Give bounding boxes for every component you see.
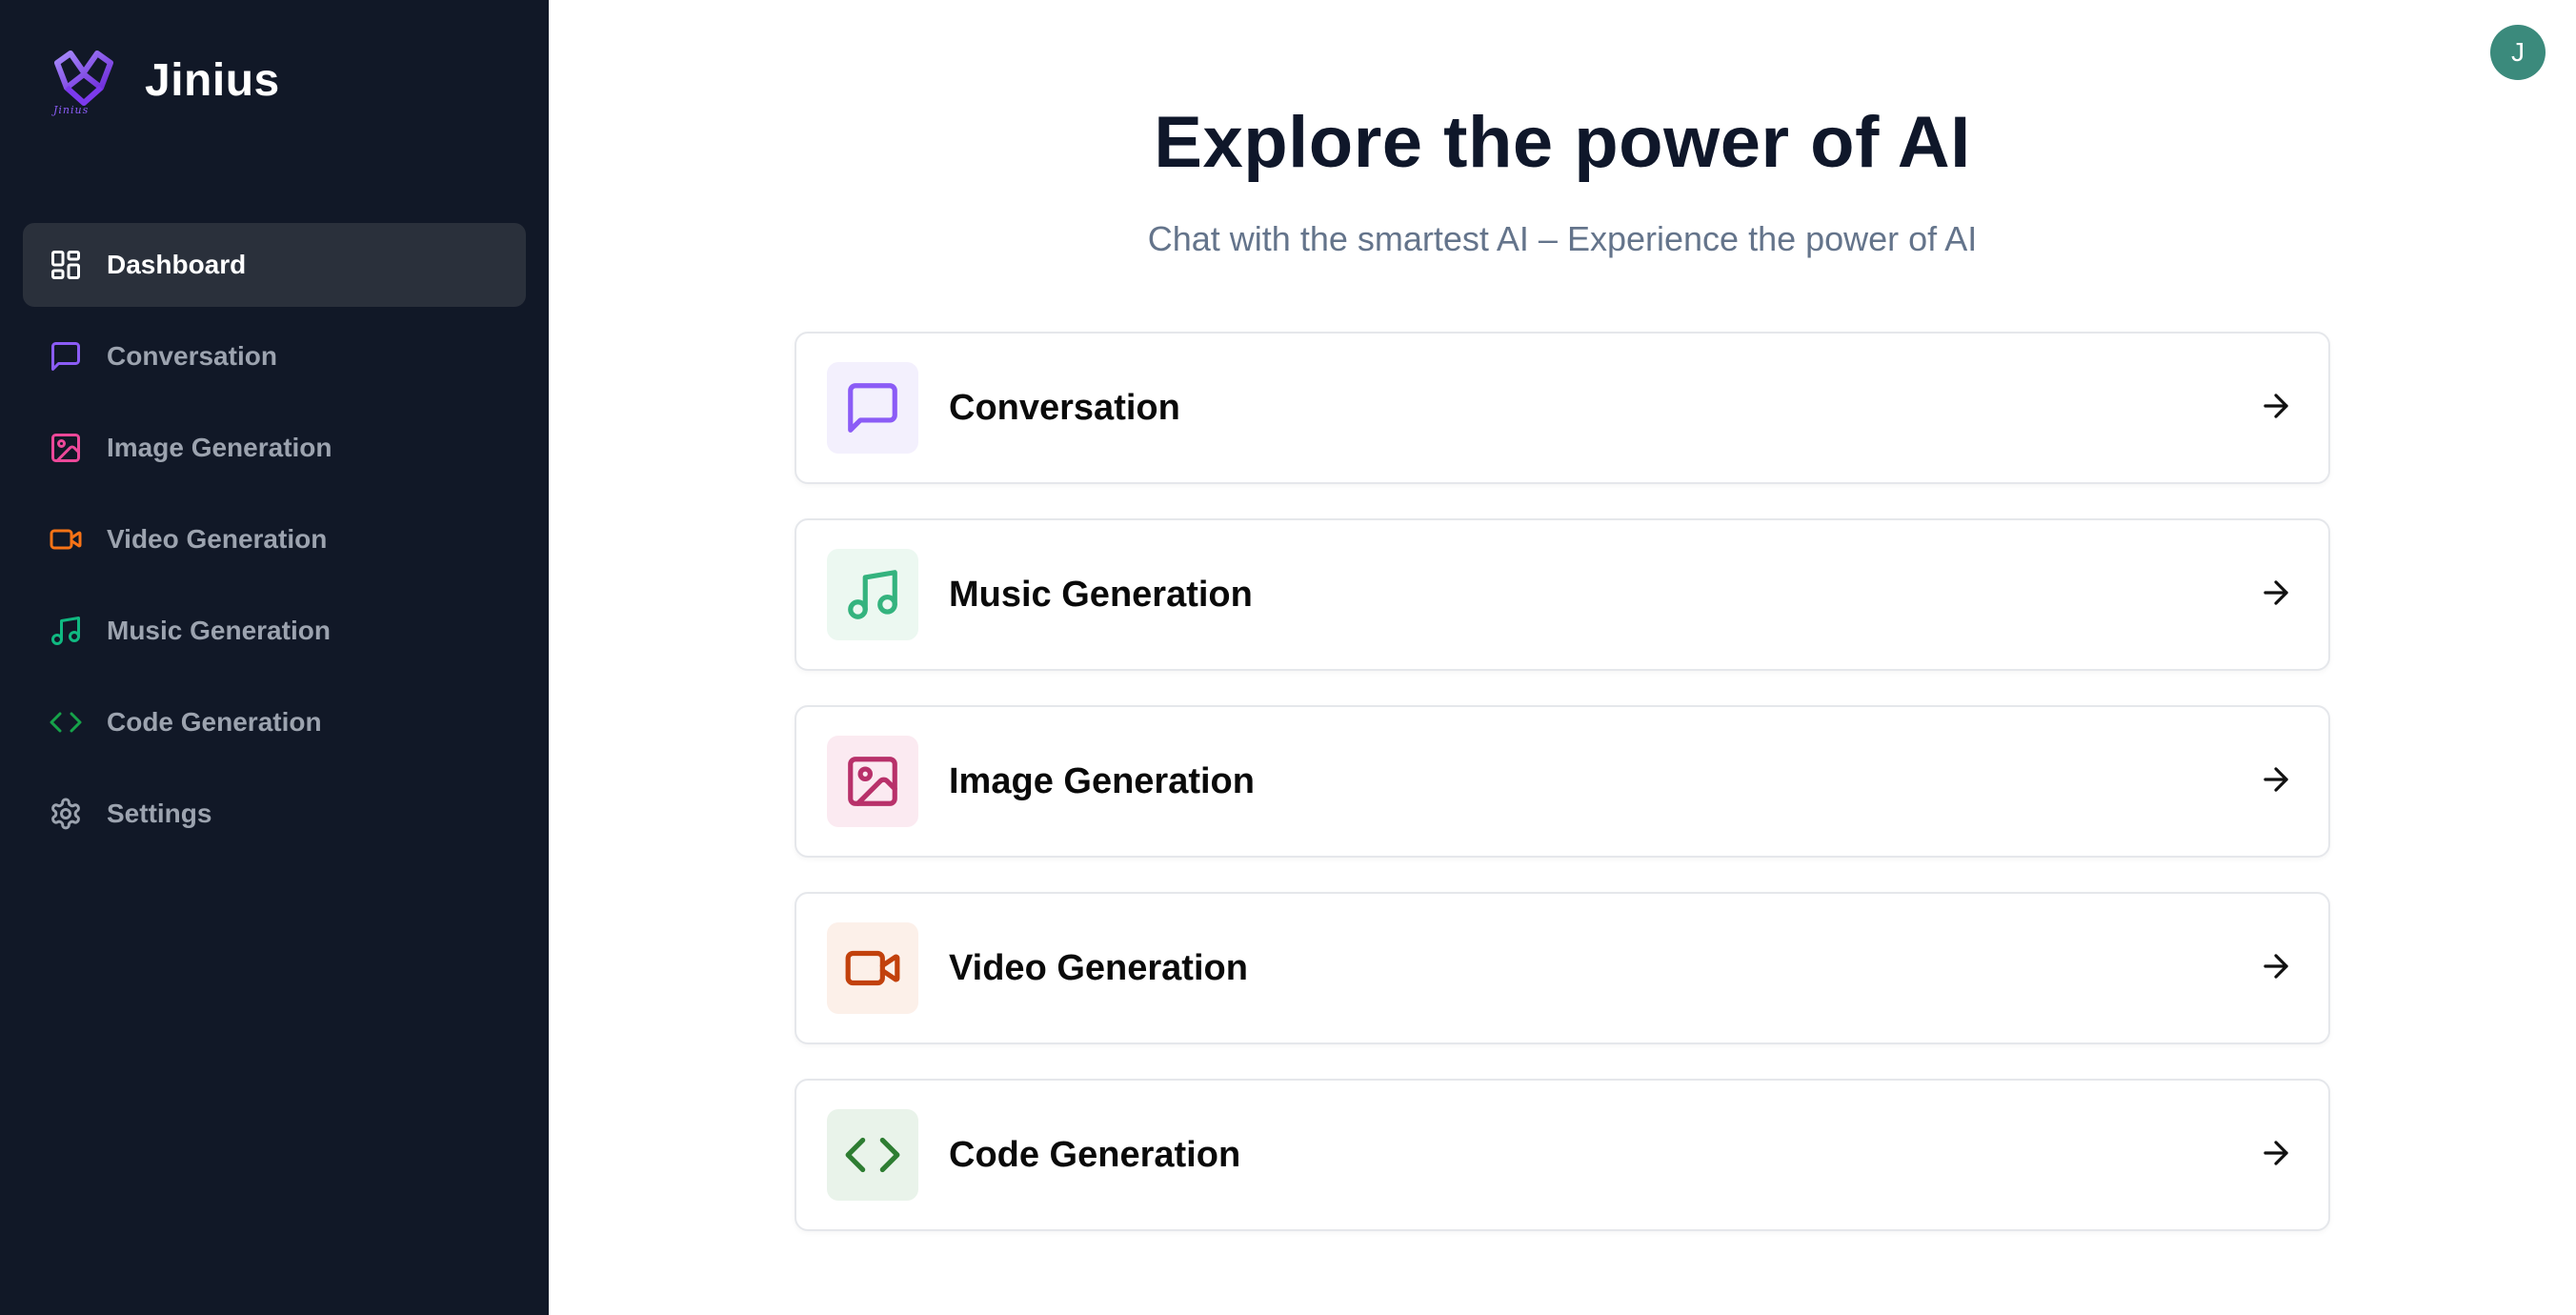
card-music-generation[interactable]: Music Generation — [795, 518, 2330, 671]
sidebar-item-image-generation[interactable]: Image Generation — [23, 406, 526, 490]
sidebar-item-label: Image Generation — [107, 433, 332, 462]
card-label: Conversation — [949, 387, 1180, 428]
brand-name: Jinius — [145, 54, 280, 106]
image-icon — [48, 430, 84, 466]
card-image-generation[interactable]: Image Generation — [795, 705, 2330, 858]
sidebar-nav: Dashboard Conversation Image Generation — [23, 223, 526, 863]
arrow-right-icon — [2258, 1135, 2294, 1176]
music-icon — [48, 613, 84, 649]
message-square-icon — [48, 338, 84, 374]
sidebar: Jinius Jinius Dashboard Conversation Ima… — [0, 0, 549, 1315]
card-code-generation[interactable]: Code Generation — [795, 1079, 2330, 1231]
jinius-logo-icon: Jinius — [50, 46, 118, 116]
settings-icon — [48, 796, 84, 832]
arrow-right-icon — [2258, 575, 2294, 616]
user-avatar[interactable]: J — [2490, 25, 2546, 80]
card-label: Video Generation — [949, 947, 1248, 988]
arrow-right-icon — [2258, 948, 2294, 989]
image-icon — [827, 736, 918, 827]
sidebar-item-code-generation[interactable]: Code Generation — [23, 680, 526, 764]
sidebar-item-music-generation[interactable]: Music Generation — [23, 589, 526, 673]
card-label: Code Generation — [949, 1134, 1241, 1175]
sidebar-item-label: Code Generation — [107, 707, 322, 737]
sidebar-item-label: Settings — [107, 799, 212, 828]
code-icon — [827, 1109, 918, 1201]
video-icon — [48, 521, 84, 557]
sidebar-item-label: Dashboard — [107, 250, 247, 279]
card-label: Image Generation — [949, 760, 1255, 801]
sidebar-item-video-generation[interactable]: Video Generation — [23, 497, 526, 581]
sidebar-item-label: Video Generation — [107, 524, 328, 554]
video-icon — [827, 922, 918, 1014]
arrow-right-icon — [2258, 761, 2294, 802]
card-conversation[interactable]: Conversation — [795, 332, 2330, 484]
page-title: Explore the power of AI — [1154, 102, 1971, 183]
sidebar-item-label: Music Generation — [107, 616, 331, 645]
logo-text: Jinius — [53, 104, 90, 116]
brand[interactable]: Jinius Jinius — [50, 42, 280, 118]
card-label: Music Generation — [949, 574, 1253, 615]
tool-cards: Conversation Music Generation Image Gene… — [795, 332, 2330, 1265]
page-subtitle: Chat with the smartest AI – Experience t… — [1147, 219, 1978, 258]
arrow-right-icon — [2258, 388, 2294, 429]
message-square-icon — [827, 362, 918, 454]
code-icon — [48, 704, 84, 740]
layout-dashboard-icon — [48, 247, 84, 283]
card-video-generation[interactable]: Video Generation — [795, 892, 2330, 1044]
music-icon — [827, 549, 918, 640]
sidebar-item-dashboard[interactable]: Dashboard — [23, 223, 526, 307]
sidebar-item-conversation[interactable]: Conversation — [23, 314, 526, 398]
sidebar-item-settings[interactable]: Settings — [23, 772, 526, 856]
sidebar-item-label: Conversation — [107, 341, 277, 371]
